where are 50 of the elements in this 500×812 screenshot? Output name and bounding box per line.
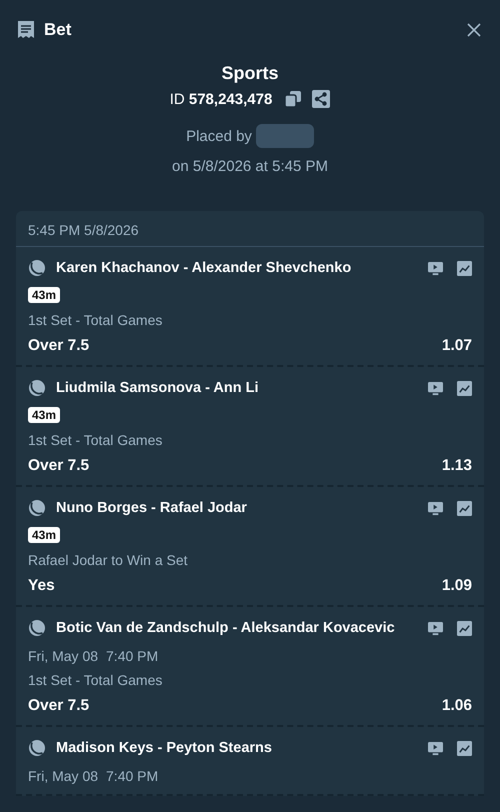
market-name: 1st Set - Total Games — [28, 312, 164, 328]
market-name: 1st Set - Total Games — [28, 432, 164, 448]
selection: Over 7.5 — [28, 697, 90, 715]
tennis-ball-icon — [28, 619, 46, 637]
chart-icon[interactable] — [457, 380, 472, 396]
bet-type: Sports — [221, 63, 278, 84]
odds: 1.13 — [442, 457, 472, 475]
event-name[interactable]: Madison Keys - Peyton Stearns — [56, 740, 272, 756]
live-time-badge: 43m — [28, 287, 60, 303]
event-time: 7:40 PM — [106, 768, 158, 784]
receipt-icon — [16, 20, 36, 40]
placed-by-label: Placed by — [186, 128, 252, 144]
video-icon[interactable] — [428, 740, 443, 756]
event-name[interactable]: Botic Van de Zandschulp - Aleksandar Kovacevic — [56, 620, 395, 636]
chart-icon[interactable] — [457, 260, 472, 276]
chart-icon[interactable] — [457, 620, 472, 636]
event-name[interactable]: Nuno Borges - Rafael Jodar — [56, 500, 247, 516]
event-time: 7:40 PM — [106, 648, 158, 664]
slip-timestamp: 5:45 PM 5/8/2026 — [16, 211, 484, 247]
event-date: Fri, May 08 — [28, 648, 98, 664]
tennis-ball-icon — [28, 259, 46, 277]
live-time-badge: 43m — [28, 527, 60, 543]
share-icon[interactable] — [312, 90, 330, 108]
tennis-ball-icon — [28, 379, 46, 397]
copy-icon[interactable] — [284, 90, 302, 108]
odds: 1.09 — [442, 577, 472, 595]
event-name[interactable]: Liudmila Samsonova - Ann Li — [56, 380, 258, 396]
video-icon[interactable] — [428, 380, 443, 396]
tennis-ball-icon — [28, 499, 46, 517]
market-name: Rafael Jodar to Win a Set — [28, 552, 189, 568]
chart-icon[interactable] — [457, 500, 472, 516]
video-icon[interactable] — [428, 500, 443, 516]
market-name: 1st Set - Total Games — [28, 672, 164, 688]
event-date: Fri, May 08 — [28, 768, 98, 784]
selection: Over 7.5 — [28, 337, 90, 355]
tennis-ball-icon — [28, 739, 46, 757]
live-time-badge: 43m — [28, 407, 60, 423]
odds: 1.06 — [442, 697, 472, 715]
close-icon[interactable] — [466, 22, 482, 38]
chart-icon[interactable] — [457, 740, 472, 756]
odds: 1.07 — [442, 337, 472, 355]
redacted-name — [256, 124, 314, 148]
dialog-title: Bet — [44, 20, 72, 40]
placed-date: on 5/8/2026 at 5:45 PM — [172, 158, 328, 175]
video-icon[interactable] — [428, 260, 443, 276]
event-name[interactable]: Karen Khachanov - Alexander Shevchenko — [56, 260, 352, 276]
video-icon[interactable] — [428, 620, 443, 636]
bet-id: ID 578,243,478 — [170, 90, 272, 108]
selection: Yes — [28, 577, 55, 595]
selection: Over 7.5 — [28, 457, 90, 475]
